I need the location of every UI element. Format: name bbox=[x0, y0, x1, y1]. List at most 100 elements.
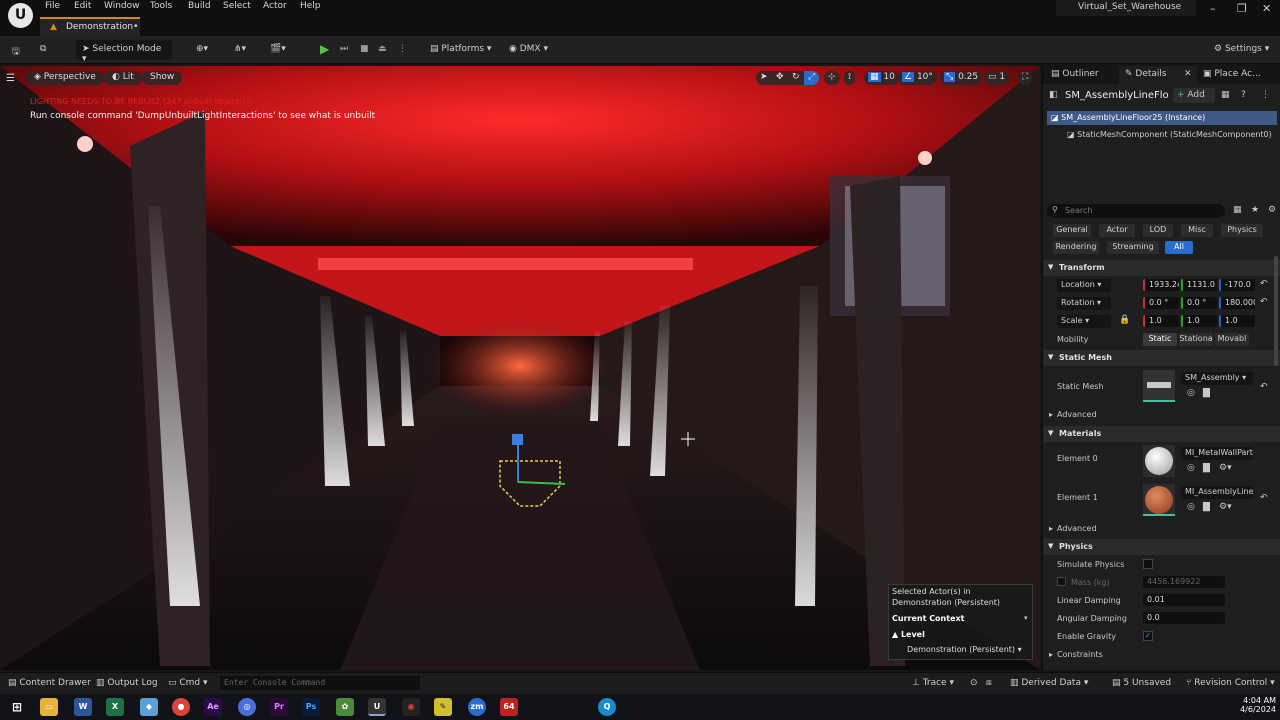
linear-damping-field[interactable]: 0.01 bbox=[1143, 594, 1225, 606]
reset-mesh-icon[interactable]: ↶ bbox=[1260, 382, 1268, 392]
blueprint-icon[interactable]: ⋔▾ bbox=[228, 40, 252, 60]
filter-actor[interactable]: Actor bbox=[1099, 224, 1135, 237]
more-options-icon[interactable]: ⋮ bbox=[392, 40, 413, 60]
options-icon[interactable]: ⋮ bbox=[1261, 90, 1270, 100]
select-tool-icon[interactable]: ➤ bbox=[756, 71, 772, 85]
settings-icon[interactable]: ⚙ bbox=[1268, 205, 1276, 215]
rotation-x-field[interactable]: 0.0 ° bbox=[1143, 297, 1179, 309]
reset-location-icon[interactable]: ↶ bbox=[1260, 279, 1268, 289]
play-icon[interactable]: ▶ bbox=[314, 40, 335, 60]
mobility-stationary[interactable]: Stationa bbox=[1179, 333, 1213, 346]
filter-physics[interactable]: Physics bbox=[1221, 224, 1263, 237]
level-dropdown[interactable]: Demonstration (Persistent) ▾ bbox=[907, 645, 1022, 654]
windows-start-icon[interactable]: ⊞ bbox=[8, 698, 26, 716]
chrome-icon[interactable]: ● bbox=[172, 698, 190, 716]
app-icon[interactable]: ◆ bbox=[140, 698, 158, 716]
static-mesh-dropdown[interactable]: SM_Assembly ▾ bbox=[1181, 372, 1253, 385]
derived-data-dropdown[interactable]: ▥ Derived Data ▾ bbox=[1010, 678, 1088, 688]
material-options-icon[interactable]: ⚙▾ bbox=[1219, 463, 1232, 473]
menu-file[interactable]: File bbox=[45, 1, 60, 11]
cinematics-icon[interactable]: 🎬▾ bbox=[264, 40, 292, 60]
record-icon[interactable]: ⊙ bbox=[970, 678, 978, 688]
app-icon[interactable]: ◉ bbox=[402, 698, 420, 716]
app-icon[interactable]: ✿ bbox=[336, 698, 354, 716]
unreal-logo-icon[interactable]: U bbox=[8, 3, 33, 28]
reset-rotation-icon[interactable]: ↶ bbox=[1260, 297, 1268, 307]
enable-gravity-checkbox[interactable]: ✓ bbox=[1143, 631, 1153, 641]
zoom-icon[interactable]: zm bbox=[468, 698, 486, 716]
translate-tool-icon[interactable]: ✥ bbox=[772, 71, 788, 85]
rotation-y-field[interactable]: 0.0 ° bbox=[1181, 297, 1217, 309]
materials-section[interactable]: ▼ Materials bbox=[1043, 426, 1280, 442]
advanced-toggle[interactable]: ▸ Advanced bbox=[1049, 410, 1097, 419]
scale-z-field[interactable]: 1.0 bbox=[1219, 315, 1255, 327]
clock[interactable]: 4:04 AM 4/6/2024 bbox=[1232, 696, 1276, 714]
mobility-static[interactable]: Static bbox=[1143, 333, 1177, 346]
material-0-thumbnail[interactable] bbox=[1143, 445, 1175, 477]
mobility-movable[interactable]: Movabl bbox=[1215, 333, 1249, 346]
table-view-icon[interactable]: ▦ bbox=[1233, 205, 1242, 215]
search-input[interactable]: ⚲ Search bbox=[1047, 204, 1225, 218]
context-dropdown-icon[interactable]: ▾ bbox=[1024, 614, 1028, 622]
simulate-physics-checkbox[interactable] bbox=[1143, 559, 1153, 569]
scale-tool-icon[interactable]: ⤢ bbox=[804, 71, 820, 85]
camera-speed-button[interactable]: ▭ 1 bbox=[984, 71, 1010, 85]
use-selected-icon[interactable]: ◎ bbox=[1187, 463, 1195, 473]
mesh-thumbnail[interactable] bbox=[1143, 370, 1175, 402]
add-actor-icon[interactable]: ⊕▾ bbox=[190, 40, 214, 60]
save-icon[interactable]: 🖫 bbox=[6, 40, 26, 60]
trace-dropdown[interactable]: ⊥ Trace ▾ bbox=[912, 678, 954, 688]
app-icon[interactable]: 64 bbox=[500, 698, 518, 716]
premiere-icon[interactable]: Pr bbox=[270, 698, 288, 716]
transform-section[interactable]: ▼ Transform bbox=[1043, 260, 1280, 276]
mass-field[interactable]: 4456.169922 bbox=[1143, 576, 1225, 588]
menu-build[interactable]: Build bbox=[188, 1, 211, 11]
photoshop-icon[interactable]: Ps bbox=[302, 698, 320, 716]
browse-asset-icon[interactable]: ▇ bbox=[1203, 388, 1210, 398]
platforms-dropdown[interactable]: ▤ Platforms ▾ bbox=[424, 40, 497, 60]
world-space-icon[interactable]: ⊹ bbox=[824, 71, 840, 85]
snapshot-icon[interactable]: ⧈ bbox=[986, 678, 992, 688]
browse-asset-icon[interactable]: ▇ bbox=[1203, 502, 1210, 512]
app-icon[interactable]: ◎ bbox=[238, 698, 256, 716]
use-selected-icon[interactable]: ◎ bbox=[1187, 502, 1195, 512]
filter-lod[interactable]: LOD bbox=[1143, 224, 1173, 237]
filter-streaming[interactable]: Streaming bbox=[1107, 241, 1159, 254]
location-z-field[interactable]: -170.0 bbox=[1219, 279, 1255, 291]
add-component-button[interactable]: + Add bbox=[1173, 88, 1215, 103]
material-1-dropdown[interactable]: MI_AssemblyLineFlo bbox=[1181, 486, 1253, 499]
menu-edit[interactable]: Edit bbox=[74, 1, 91, 11]
selection-mode-dropdown[interactable]: ➤ Selection Mode ▾ bbox=[76, 40, 172, 64]
browse-icon[interactable]: ⧉ bbox=[34, 40, 52, 60]
location-dropdown[interactable]: Location ▾ bbox=[1057, 279, 1111, 292]
tree-item-actor[interactable]: ◪ SM_AssemblyLineFloor25 (Instance) bbox=[1047, 111, 1277, 125]
console-input[interactable]: Enter Console Command bbox=[220, 676, 420, 690]
tab-outliner[interactable]: ▤ Outliner bbox=[1045, 66, 1105, 84]
close-tab-icon[interactable]: ✕ bbox=[1184, 69, 1192, 79]
unreal-taskbar-icon[interactable]: U bbox=[368, 698, 386, 716]
help-icon[interactable]: ? bbox=[1241, 90, 1246, 100]
blueprint-edit-icon[interactable]: ▦ bbox=[1221, 90, 1230, 100]
filter-misc[interactable]: Misc bbox=[1181, 224, 1213, 237]
perspective-button[interactable]: ◈ Perspective bbox=[26, 71, 104, 85]
menu-select[interactable]: Select bbox=[223, 1, 251, 11]
filter-all[interactable]: All bbox=[1165, 241, 1193, 254]
close-icon[interactable]: ✕ bbox=[1262, 2, 1271, 15]
tab-place-actors[interactable]: ▣ Place Ac... bbox=[1197, 66, 1267, 84]
level-tab[interactable]: ▲ Demonstration• bbox=[40, 17, 140, 36]
angular-damping-field[interactable]: 0.0 bbox=[1143, 612, 1225, 624]
viewport-menu-icon[interactable]: ☰ bbox=[6, 73, 15, 84]
mass-override-checkbox[interactable] bbox=[1057, 577, 1066, 586]
rotation-dropdown[interactable]: Rotation ▾ bbox=[1057, 297, 1111, 310]
lit-button[interactable]: ◐ Lit bbox=[104, 71, 142, 85]
material-options-icon[interactable]: ⚙▾ bbox=[1219, 502, 1232, 512]
menu-tools[interactable]: Tools bbox=[150, 1, 172, 11]
app-icon[interactable]: Q bbox=[598, 698, 616, 716]
content-drawer-button[interactable]: ▤ Content Drawer bbox=[8, 678, 91, 688]
grid-snap-toggle[interactable]: ▦ 10 bbox=[864, 71, 899, 85]
reset-material-icon[interactable]: ↶ bbox=[1260, 493, 1268, 503]
dmx-dropdown[interactable]: ◉ DMX ▾ bbox=[503, 40, 554, 60]
eject-icon[interactable]: ⏏ bbox=[372, 40, 393, 60]
maximize-icon[interactable]: ❐ bbox=[1237, 2, 1247, 15]
filter-general[interactable]: General bbox=[1053, 224, 1091, 237]
